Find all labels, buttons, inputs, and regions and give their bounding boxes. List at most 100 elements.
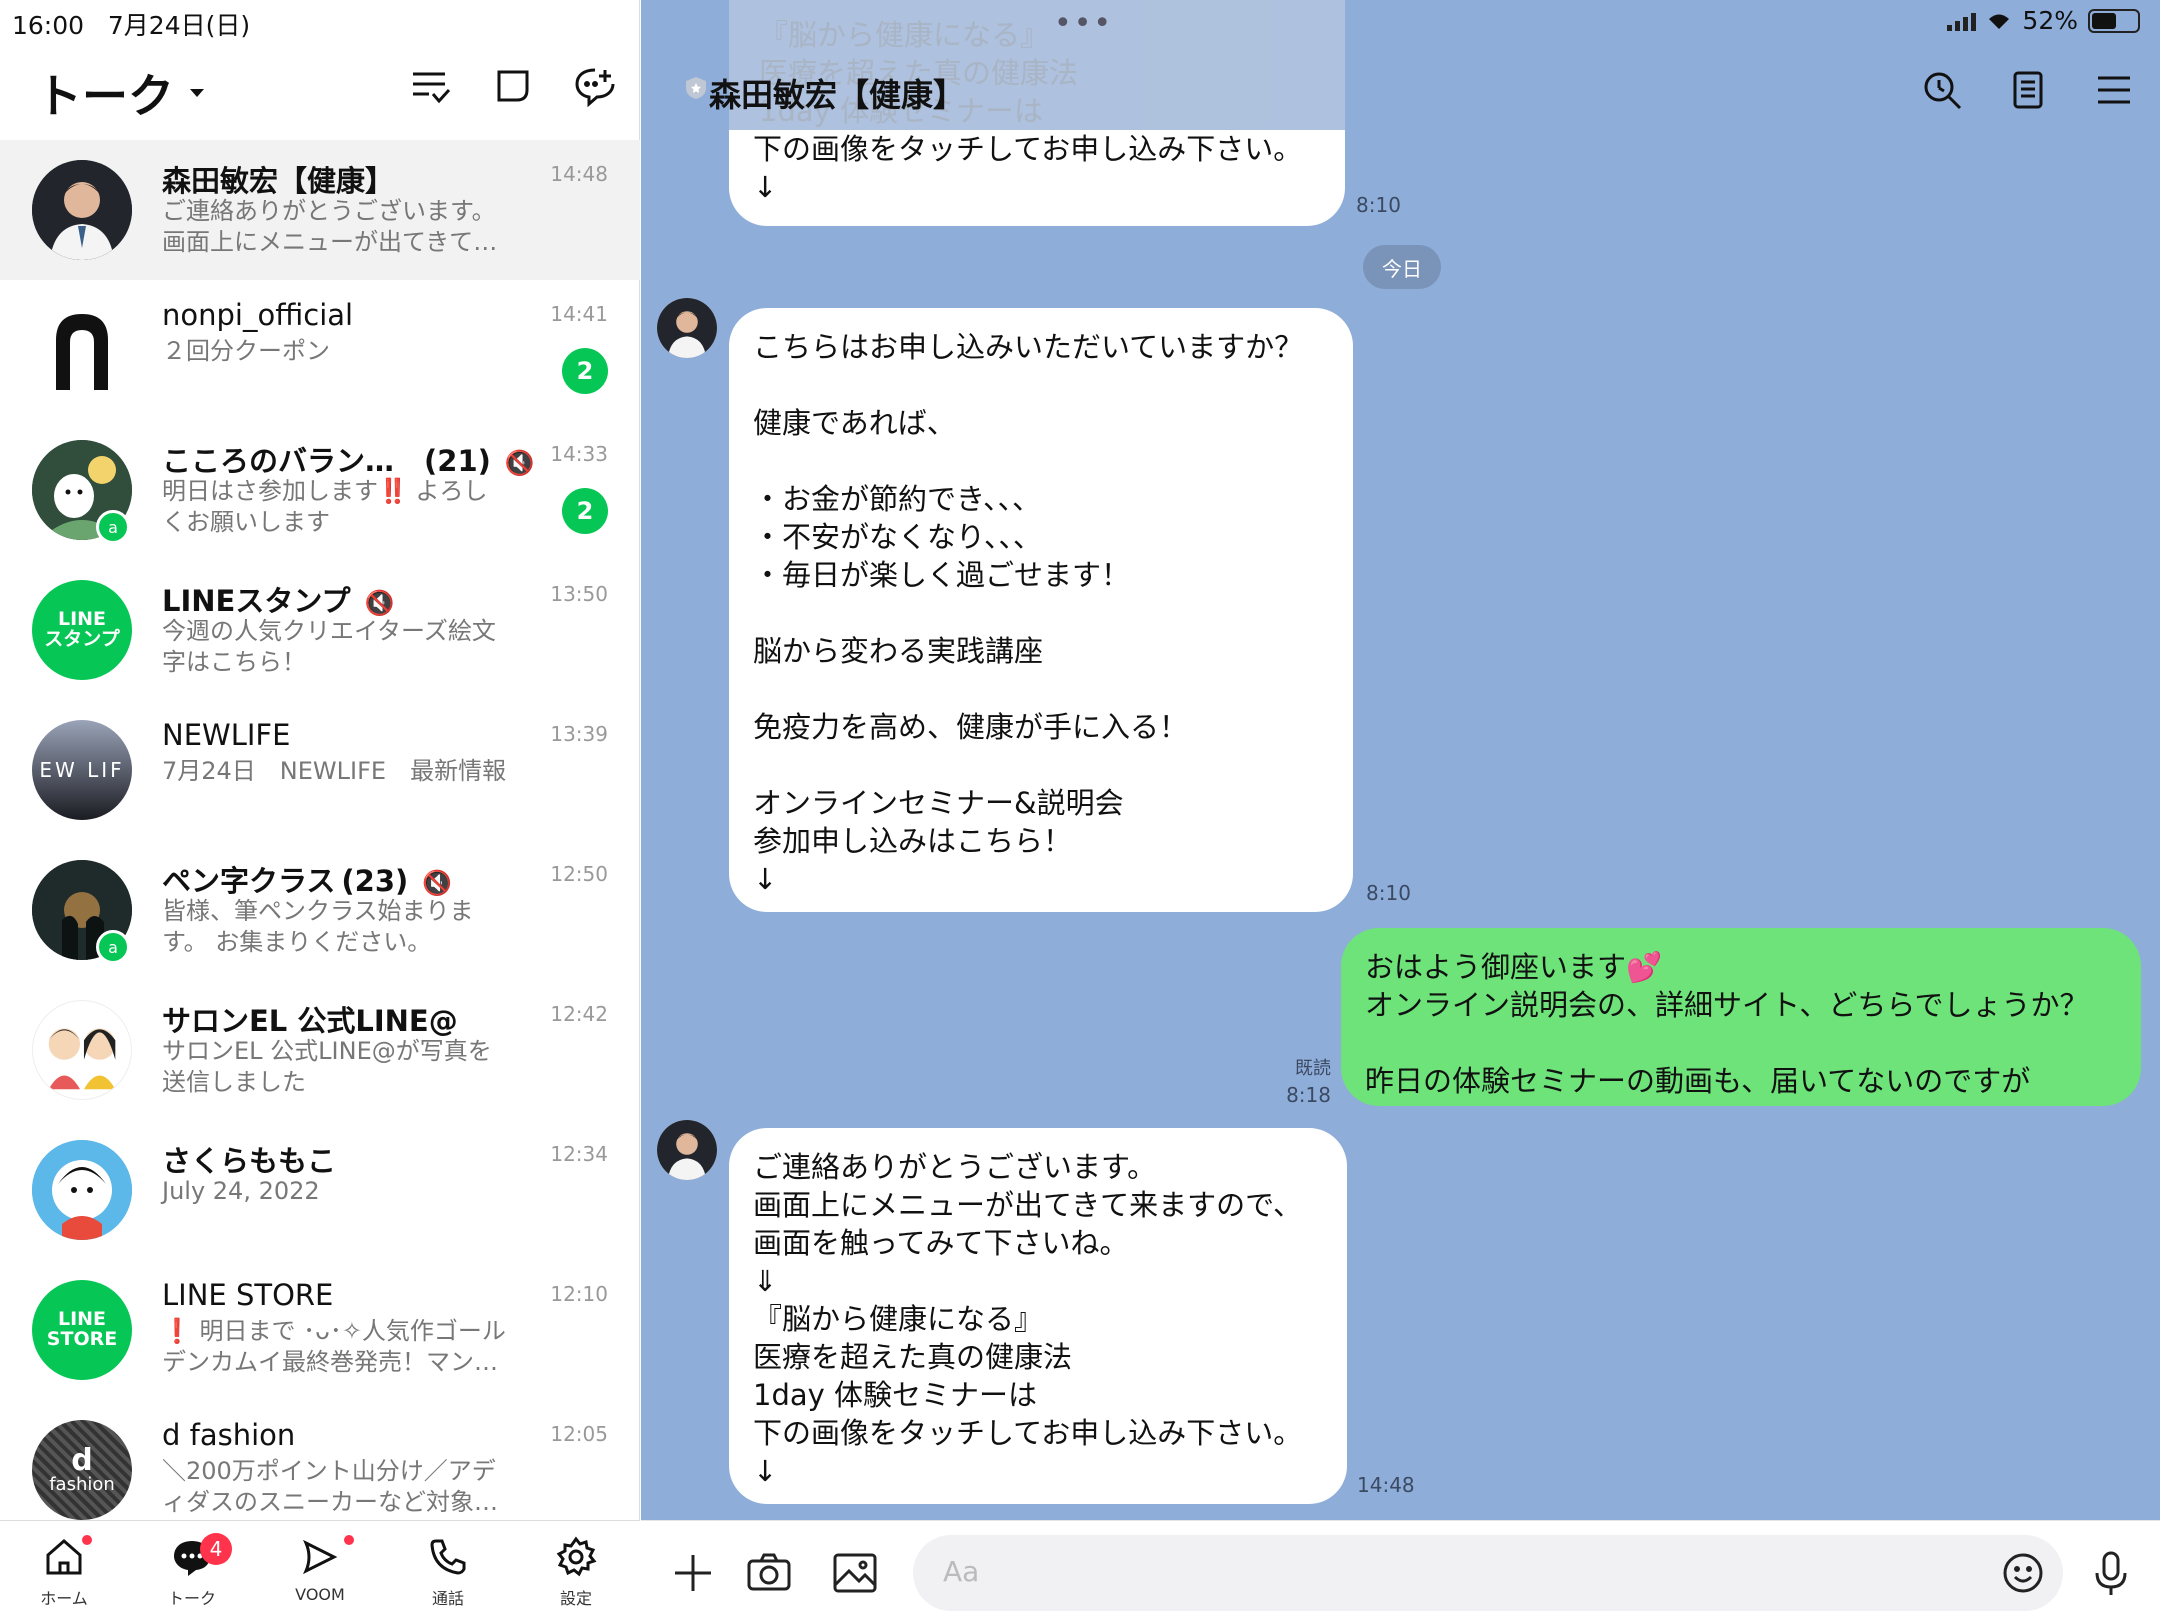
unread-badge: 2 [562, 348, 608, 394]
chat-row[interactable]: EW LIF NEWLIFE 7月24日 NEWLIFE 最新情報 13:39 [0, 700, 640, 840]
chat-preview: 明日はさ参加します‼️ よろし くお願いします [162, 477, 488, 536]
chat-name: LINE STORE [162, 1278, 334, 1312]
open-chat-icon: a [96, 510, 130, 544]
battery-icon [2088, 8, 2140, 33]
chat-list-panel: 16:00 7月24日(日) トーク 森田敏宏【健康】 ご連絡ありがとうございま… [0, 0, 640, 1620]
tab-label: 通話 [431, 1589, 464, 1608]
gear-icon [556, 1536, 597, 1577]
chat-row[interactable]: LINE スタンプ LINEスタンプ 🔇 今週の人気クリエイターズ絵文 字はこちら… [0, 560, 640, 700]
tab-label: ホーム [40, 1589, 88, 1608]
chat-preview: サロンEL 公式LINE@が写真を 送信しました [162, 1037, 492, 1096]
chat-preview: ２回分クーポン [162, 337, 330, 365]
sort-list-icon[interactable] [409, 64, 453, 108]
message-time: 8:10 [1366, 881, 1411, 905]
wifi-icon [1989, 14, 2010, 29]
camera-icon[interactable] [745, 1549, 793, 1597]
plus-icon[interactable] [669, 1549, 717, 1597]
message-input-bar: Aa [641, 1520, 2160, 1620]
page-title[interactable]: トーク [36, 60, 206, 126]
message-read-status: 既読 8:18 [1286, 1058, 1331, 1107]
chat-name: ペン字クラス (23) 🔇 [162, 864, 453, 898]
chat-name: d fashion [162, 1418, 296, 1452]
chat-time: 14:33 [550, 442, 608, 466]
battery-percent: 52% [2022, 6, 2078, 35]
header-actions [409, 64, 617, 108]
sender-avatar[interactable] [657, 298, 717, 358]
avatar: LINE スタンプ [32, 580, 132, 680]
chat-row[interactable]: a ペン字クラス (23) 🔇 皆様、筆ペンクラス始まりま す。 お集まりください。… [0, 840, 640, 980]
mute-icon: 🔇 [504, 449, 535, 477]
chat-name: こころのバラン… (21) 🔇 [162, 444, 535, 478]
message-bubble[interactable]: ご連絡ありがとうございます。 画面上にメニューが出てきて来ますので、 画面を触っ… [729, 1128, 1347, 1504]
avatar [32, 160, 132, 260]
chat-name: NEWLIFE [162, 718, 291, 752]
chat-header: ••• 森田敏宏【健康】 [641, 0, 2160, 140]
avatar [32, 1140, 132, 1240]
tab-settings[interactable]: 設定 [512, 1521, 640, 1620]
chat-title: 森田敏宏【健康】 [709, 76, 966, 114]
unread-badge: 2 [562, 488, 608, 534]
avatar [32, 300, 132, 400]
chat-row[interactable]: a こころのバラン… (21) 🔇 明日はさ参加します‼️ よろし くお願いします … [0, 420, 640, 560]
signal-icon [1947, 11, 1977, 31]
emoji-icon[interactable] [2001, 1551, 2045, 1595]
bottom-tab-bar: ホーム 4 トーク VOOM 通話 設定 [0, 1520, 640, 1620]
chat-name: 森田敏宏【健康】 [162, 164, 395, 198]
tab-home[interactable]: ホーム [0, 1521, 128, 1620]
my-message-bubble[interactable]: おはよう御座います💕 オンライン説明会の、詳細サイト、どちらでしょうか？ 昨日の… [1341, 928, 2141, 1106]
chat-preview: 今週の人気クリエイターズ絵文 字はこちら！ [162, 617, 496, 676]
message-bubble[interactable]: こちらはお申し込みいただいていますか？ 健康であれば、 ・お金が節約でき、、、 … [729, 308, 1353, 912]
memo-icon[interactable] [491, 64, 535, 108]
status-bar-right: 52% [1947, 6, 2140, 35]
chat-header-actions [1920, 68, 2136, 112]
message-input[interactable]: Aa [913, 1535, 2063, 1611]
chat-row[interactable]: さくらももこ July 24, 2022 12:34 [0, 1120, 640, 1260]
mute-icon: 🔇 [364, 589, 395, 617]
image-icon[interactable] [831, 1549, 879, 1597]
menu-icon[interactable] [2092, 68, 2136, 112]
avatar-label: fashion [49, 1474, 115, 1496]
tab-calls[interactable]: 通話 [384, 1521, 512, 1620]
notes-icon[interactable] [2006, 68, 2050, 112]
chat-row[interactable]: LINE STORE LINE STORE ❗ 明日まで ･ᴗ･✧人気作ゴール … [0, 1260, 640, 1400]
sender-avatar[interactable] [657, 1120, 717, 1180]
notification-dot [344, 1535, 354, 1545]
chat-time: 13:39 [550, 722, 608, 746]
microphone-icon[interactable] [2087, 1549, 2135, 1597]
chat-row[interactable]: 森田敏宏【健康】 ご連絡ありがとうございます。 画面上にメニューが出てきて… 1… [0, 140, 640, 280]
status-time: 16:00 7月24日(日) [12, 11, 251, 40]
message-bubble[interactable]: 下の画像をタッチしてお申し込み下さい。 ↓ [729, 130, 1345, 226]
chat-preview: ❗ 明日まで ･ᴗ･✧人気作ゴール デンカムイ最終巻発売！マン… [162, 1317, 506, 1376]
unread-badge: 4 [200, 1533, 232, 1565]
chat-time: 12:05 [550, 1422, 608, 1446]
chat-time: 12:50 [550, 862, 608, 886]
mute-icon: 🔇 [422, 869, 453, 897]
chat-name: サロンEL 公式LINE@ [162, 1004, 458, 1038]
chat-preview: 皆様、筆ペンクラス始まりま す。 お集まりください。 [162, 897, 474, 956]
input-placeholder: Aa [943, 1555, 980, 1588]
avatar: d fashion [32, 1420, 132, 1520]
tab-label: トーク [167, 1589, 216, 1608]
chat-time: 12:10 [550, 1282, 608, 1306]
search-icon[interactable] [1920, 68, 1964, 112]
chat-row[interactable]: nonpi_official ２回分クーポン 14:41 2 [0, 280, 640, 420]
chat-time: 12:34 [550, 1142, 608, 1166]
multitask-dots-icon[interactable]: ••• [1054, 6, 1113, 41]
home-icon [46, 1539, 82, 1575]
verified-shield-icon [686, 77, 706, 99]
chat-row[interactable]: サロンEL 公式LINE@ サロンEL 公式LINE@が写真を 送信しました 1… [0, 980, 640, 1120]
new-chat-icon[interactable] [573, 64, 617, 108]
chat-row[interactable]: d fashion d fashion ＼200万ポイント山分け／アデ ィダスの… [0, 1400, 640, 1540]
avatar: EW LIF [32, 720, 132, 820]
voom-icon [303, 1539, 338, 1575]
chat-preview: ご連絡ありがとうございます。 画面上にメニューが出てきて… [162, 197, 498, 256]
avatar [32, 1000, 132, 1100]
message-time: 14:48 [1357, 1473, 1415, 1497]
chat-room-panel: 『脳から健康になる』 医療を超えた真の健康法 1day 体験セミナーは ••• … [641, 0, 2160, 1620]
chat-time: 13:50 [550, 582, 608, 606]
tab-voom[interactable]: VOOM [256, 1521, 384, 1620]
tab-talk[interactable]: 4 トーク [128, 1521, 256, 1620]
chat-time: 14:48 [550, 162, 608, 186]
avatar: LINE STORE [32, 1280, 132, 1380]
message-time: 8:10 [1356, 193, 1401, 217]
